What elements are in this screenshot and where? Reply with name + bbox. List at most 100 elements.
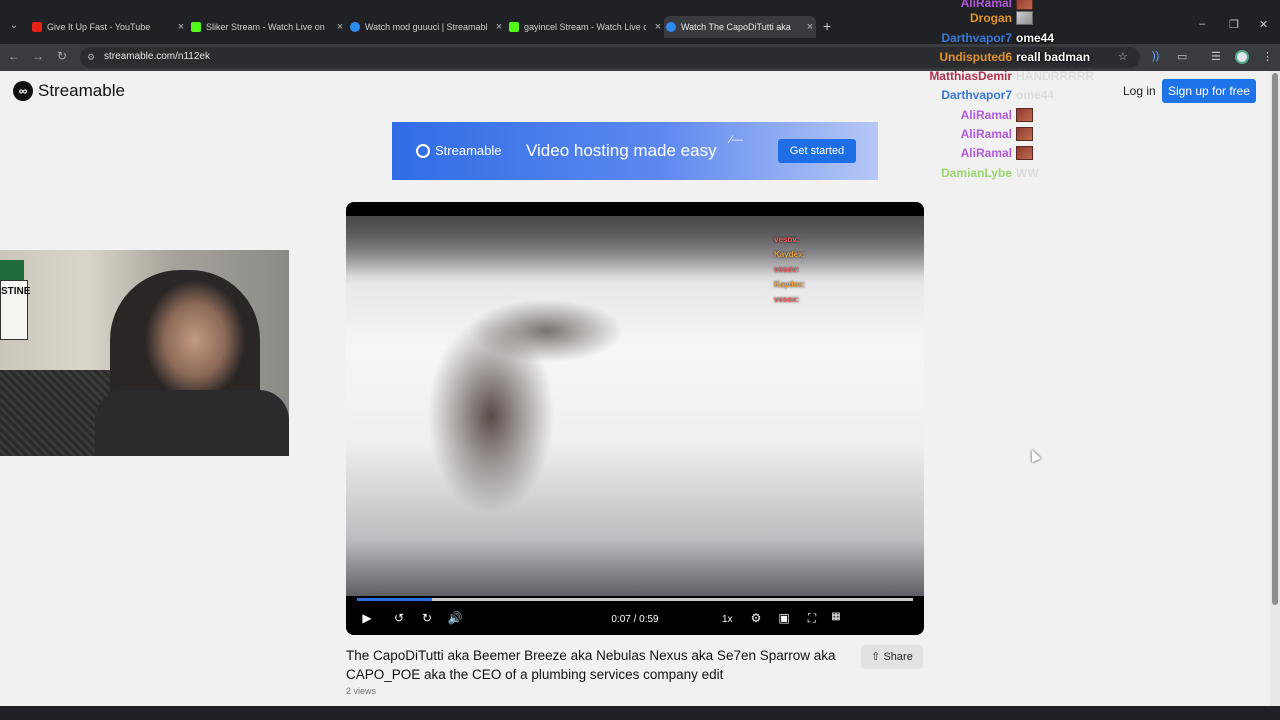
reload-icon[interactable]: ↻ xyxy=(54,49,70,63)
tab-search-icon[interactable]: ⌄ xyxy=(6,18,22,34)
streamable-logo[interactable]: ∞ Streamable xyxy=(13,81,125,101)
streamer-webcam-overlay: STINE xyxy=(0,250,289,456)
signup-button[interactable]: Sign up for free xyxy=(1162,79,1256,103)
close-window-icon[interactable]: ✕ xyxy=(1259,18,1268,31)
chat-emote-icon xyxy=(1016,0,1033,10)
chat-username: AliRamal xyxy=(960,146,1012,160)
tab-close-icon[interactable]: × xyxy=(804,16,816,38)
taskbar-strip xyxy=(0,706,1280,720)
forward-icon[interactable]: → xyxy=(30,49,46,63)
chat-message: Darthvapor7 ome44 xyxy=(941,88,1054,102)
kick-favicon-icon xyxy=(191,22,201,32)
video-overlay-chat-line: vesox: xyxy=(774,295,800,304)
chat-emote-icon xyxy=(1016,108,1033,122)
tab-title: Watch The CapoDiTutti aka Bee xyxy=(681,22,793,32)
extensions-icon[interactable]: ▭ xyxy=(1177,50,1187,63)
tab-close-icon[interactable]: × xyxy=(175,16,187,38)
chat-message: Drogan xyxy=(970,11,1033,25)
tab-close-icon[interactable]: × xyxy=(334,16,346,38)
rewind-icon[interactable]: ↺ xyxy=(390,611,408,625)
tab-title: Give It Up Fast - YouTube xyxy=(47,22,151,32)
chat-username: Darthvapor7 xyxy=(941,88,1012,102)
minimize-icon[interactable]: – xyxy=(1199,18,1205,30)
progress-bar[interactable] xyxy=(357,598,913,601)
read-aloud-icon[interactable]: )) xyxy=(1152,50,1159,62)
chat-username: Drogan xyxy=(970,11,1012,25)
webcam-wall-sign: STINE xyxy=(0,280,30,340)
chat-message: DamianLybe WW xyxy=(941,166,1039,180)
chat-username: AliRamal xyxy=(960,0,1012,10)
chat-message: AliRamal xyxy=(961,146,1033,160)
chat-emote-icon xyxy=(1016,127,1033,141)
youtube-favicon-icon xyxy=(32,22,42,32)
video-frame-roof xyxy=(346,216,924,276)
view-count: 2 views xyxy=(346,686,377,696)
tab-title: Sliker Stream - Watch Live on K xyxy=(206,22,328,32)
video-title: The CapoDiTutti aka Beemer Breeze aka Ne… xyxy=(346,648,836,682)
forward-skip-icon[interactable]: ↻ xyxy=(418,611,436,625)
new-tab-icon[interactable]: + xyxy=(823,18,831,34)
ad-banner[interactable]: Streamable Video hosting made easy ⁄— Ge… xyxy=(392,122,878,180)
scrollbar-thumb[interactable] xyxy=(1272,73,1278,605)
chat-message: MatthiasDemir HANDRRRRR xyxy=(929,69,1094,83)
chat-text: WW xyxy=(1016,166,1039,180)
tab-kick-gayincel[interactable]: gayincel Stream - Watch Live on × xyxy=(507,16,664,38)
video-frame[interactable]: vesov: Kaydex: vesov: Kaydex: vesox: xyxy=(346,216,924,596)
chat-text: ome44 xyxy=(1016,31,1055,45)
chat-text: HANDRRRRR xyxy=(1016,69,1094,83)
tab-close-icon[interactable]: × xyxy=(652,16,664,38)
share-label: Share xyxy=(883,651,913,663)
broken-image-icon: ▦ xyxy=(831,611,841,622)
media-control-icon[interactable]: ☰ xyxy=(1211,50,1221,63)
share-icon: ⇧ xyxy=(871,651,881,663)
volume-icon[interactable]: 🔊 xyxy=(446,611,464,625)
picture-in-picture-icon[interactable]: ▣ xyxy=(775,611,793,625)
tab-youtube[interactable]: Give It Up Fast - YouTube × xyxy=(30,16,187,38)
share-button[interactable]: ⇧ Share xyxy=(861,645,923,669)
video-overlay-chat-line: vesov: xyxy=(774,235,800,244)
chat-message: Undisputed6 reall badman xyxy=(939,50,1090,64)
url-text[interactable]: streamable.com/n112ek xyxy=(104,51,210,62)
chat-username: AliRamal xyxy=(960,108,1012,122)
login-link[interactable]: Log in xyxy=(1123,84,1156,98)
back-icon[interactable]: ← xyxy=(6,49,22,63)
tab-streamable-active[interactable]: Watch The CapoDiTutti aka Bee × xyxy=(664,16,816,38)
time-display: 0:07 / 0:59 xyxy=(611,614,659,625)
chat-username: Darthvapor7 xyxy=(941,31,1012,45)
player-controls: ▶ ↺ ↻ 🔊 0:07 / 0:59 1x ⚙ ▣ ⛶ ▦ xyxy=(346,596,924,635)
tab-close-icon[interactable]: × xyxy=(493,16,505,38)
profile-avatar[interactable] xyxy=(1235,50,1249,64)
chat-message: AliRamal xyxy=(961,127,1033,141)
page-scrollbar[interactable] xyxy=(1270,71,1280,706)
webcam-background-decor xyxy=(0,260,24,280)
streamable-logo-icon: ∞ xyxy=(13,81,33,101)
bookmark-star-icon[interactable]: ☆ xyxy=(1118,50,1128,63)
sparkle-icon: ⁄— xyxy=(730,134,743,146)
chat-emote-icon xyxy=(1016,11,1033,25)
tab-streamable-mod[interactable]: Watch mod guuuci | Streamable × xyxy=(348,16,505,38)
site-info-icon[interactable]: ⚙ xyxy=(87,52,95,63)
streamable-logo-icon xyxy=(416,143,430,158)
playback-speed[interactable]: 1x xyxy=(722,614,733,625)
chat-username: AliRamal xyxy=(960,127,1012,141)
video-chat-overlay: vesov: Kaydex: vesov: Kaydex: vesox: xyxy=(774,232,805,307)
tab-kick-sliker[interactable]: Sliker Stream - Watch Live on K × xyxy=(189,16,346,38)
video-overlay-chat-line: vesov: xyxy=(774,265,800,274)
streamable-favicon-icon xyxy=(666,22,676,32)
fullscreen-icon[interactable]: ⛶ xyxy=(803,611,821,626)
banner-logo-text: Streamable xyxy=(435,143,502,158)
tab-title: Watch mod guuuci | Streamable xyxy=(365,22,487,32)
video-player[interactable]: vesov: Kaydex: vesov: Kaydex: vesox: ▶ ↺ ↻ 🔊… xyxy=(346,202,924,635)
get-started-button[interactable]: Get started xyxy=(778,139,856,163)
webcam-person-shirt xyxy=(95,390,289,456)
browser-tab-bar: ⌄ Give It Up Fast - YouTube × Sliker Str… xyxy=(0,0,1280,44)
chat-username: MatthiasDemir xyxy=(929,69,1012,83)
settings-gear-icon[interactable]: ⚙ xyxy=(747,611,765,625)
chat-text: reall badman xyxy=(1016,50,1091,64)
chat-message: Darthvapor7 ome44 xyxy=(941,31,1054,45)
play-icon[interactable]: ▶ xyxy=(358,611,376,625)
video-overlay-chat-line: Kaydex: xyxy=(774,280,806,289)
chat-username: DamianLybe xyxy=(941,166,1012,180)
restore-icon[interactable]: ❐ xyxy=(1229,18,1239,31)
browser-menu-icon[interactable]: ⋮ xyxy=(1262,50,1273,63)
